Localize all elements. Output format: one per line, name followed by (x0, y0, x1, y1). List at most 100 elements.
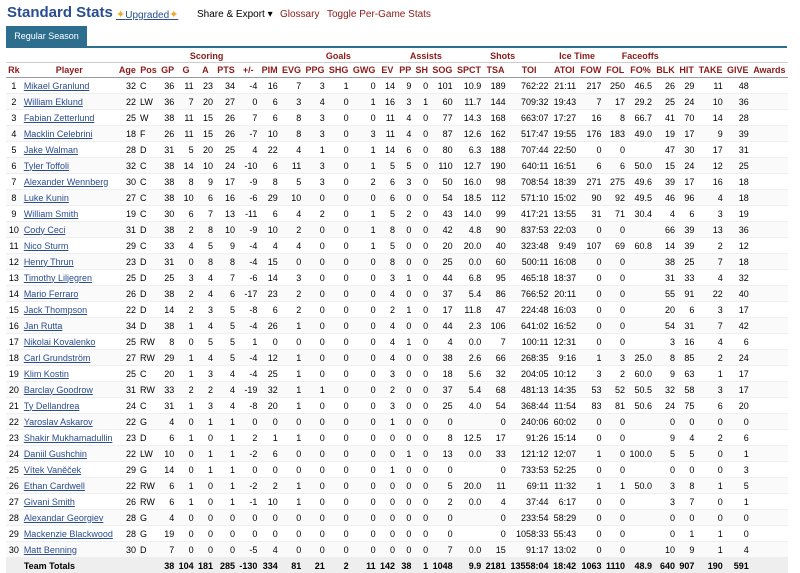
table-cell: 0 (327, 126, 351, 142)
table-cell: 733:53 (508, 462, 551, 478)
player-link[interactable]: Ethan Cardwell (22, 478, 117, 494)
player-link[interactable]: Klim Kostin (22, 366, 117, 382)
player-link[interactable]: Daniil Gushchin (22, 446, 117, 462)
table-cell: 0 (604, 142, 627, 158)
column-header-sh[interactable]: SH (413, 63, 430, 78)
table-cell: 17 (215, 174, 237, 190)
table-cell: 1 (176, 366, 195, 382)
column-header-evg[interactable]: EVG (280, 63, 303, 78)
column-header-sog[interactable]: SOG (430, 63, 454, 78)
table-cell: 31 (654, 270, 677, 286)
column-header-fol[interactable]: FOL (604, 63, 627, 78)
player-link[interactable]: Nikolai Kovalenko (22, 334, 117, 350)
column-header-gp[interactable]: GP (159, 63, 176, 78)
column-header-pim[interactable]: PIM (259, 63, 279, 78)
player-link[interactable]: Carl Grundström (22, 350, 117, 366)
player-link[interactable]: Barclay Goodrow (22, 382, 117, 398)
column-header-give[interactable]: GIVE (725, 63, 751, 78)
table-row: 6Tyler Toffoli32C38141024-10611301550110… (6, 158, 788, 174)
player-link[interactable]: Mikael Granlund (22, 78, 117, 94)
table-cell: 0.0 (455, 542, 484, 558)
table-cell: 20.0 (455, 238, 484, 254)
totals-cell: 38 (159, 558, 176, 573)
column-header-ev[interactable]: EV (378, 63, 397, 78)
table-cell: C (138, 398, 159, 414)
table-cell: 0 (215, 526, 237, 542)
player-link[interactable]: Alexander Wennberg (22, 174, 117, 190)
upgraded-link[interactable]: ✦Upgraded✦ (116, 8, 178, 21)
player-link[interactable]: Matt Benning (22, 542, 117, 558)
column-header-atoi[interactable]: ATOI (551, 63, 579, 78)
column-header-take[interactable]: TAKE (696, 63, 724, 78)
column-header-a[interactable]: A (196, 63, 215, 78)
player-link[interactable]: Nico Sturm (22, 238, 117, 254)
player-link[interactable]: Fabian Zetterlund (22, 110, 117, 126)
player-link[interactable]: Jack Thompson (22, 302, 117, 318)
player-link[interactable]: Mario Ferraro (22, 286, 117, 302)
column-header-rk[interactable]: Rk (6, 63, 22, 78)
table-cell: 0 (327, 190, 351, 206)
player-link[interactable]: Givani Smith (22, 494, 117, 510)
player-link[interactable]: Alexandar Georgiev (22, 510, 117, 526)
table-cell: 5 (677, 446, 696, 462)
column-header-player[interactable]: Player (22, 63, 117, 78)
table-cell: 20 (259, 398, 279, 414)
column-header-pp[interactable]: PP (397, 63, 413, 78)
column-header-blk[interactable]: BLK (654, 63, 677, 78)
player-link[interactable]: William Smith (22, 206, 117, 222)
totals-cell: 640 (654, 558, 677, 573)
share-export-menu[interactable]: Share & Export ▾ (197, 9, 273, 20)
column-header-shg[interactable]: SHG (327, 63, 351, 78)
player-link[interactable]: Jan Rutta (22, 318, 117, 334)
table-cell: 16 (378, 94, 397, 110)
player-link[interactable]: Mackenzie Blackwood (22, 526, 117, 542)
column-header-g[interactable]: G (176, 63, 195, 78)
player-link[interactable]: Yaroslav Askarov (22, 414, 117, 430)
table-cell: 15:02 (551, 190, 579, 206)
column-header-gwg[interactable]: GWG (351, 63, 378, 78)
table-cell: 66 (483, 350, 507, 366)
player-link[interactable]: Vítek Vaněček (22, 462, 117, 478)
column-header-age[interactable]: Age (117, 63, 138, 78)
player-link[interactable]: Macklin Celebrini (22, 126, 117, 142)
player-link[interactable]: Shakir Mukhamadullin (22, 430, 117, 446)
tab-regular-season[interactable]: Regular Season (6, 26, 87, 46)
table-cell: 0 (397, 190, 413, 206)
table-cell: 0 (378, 510, 397, 526)
player-link[interactable]: Cody Ceci (22, 222, 117, 238)
player-link[interactable]: Henry Thrun (22, 254, 117, 270)
player-link[interactable]: William Eklund (22, 94, 117, 110)
player-link[interactable]: Tyler Toffoli (22, 158, 117, 174)
column-header-ppg[interactable]: PPG (303, 63, 326, 78)
column-header-toi[interactable]: TOI (508, 63, 551, 78)
column-header-hit[interactable]: HIT (677, 63, 696, 78)
totals-cell: 181 (196, 558, 215, 573)
table-cell: 83 (578, 398, 603, 414)
column-header-tsa[interactable]: TSA (483, 63, 507, 78)
player-link[interactable]: Timothy Liljegren (22, 270, 117, 286)
column-header-pts[interactable]: PTS (215, 63, 237, 78)
table-cell: 0 (413, 142, 430, 158)
glossary-link[interactable]: Glossary (280, 9, 319, 20)
column-header-awards[interactable]: Awards (751, 63, 788, 78)
table-cell: 0 (303, 238, 326, 254)
column-header--[interactable]: +/- (237, 63, 259, 78)
player-link[interactable]: Luke Kunin (22, 190, 117, 206)
table-cell: D (138, 254, 159, 270)
table-cell: 8 (280, 126, 303, 142)
table-cell (627, 142, 654, 158)
table-cell: 25 (677, 254, 696, 270)
column-header-pos[interactable]: Pos (138, 63, 159, 78)
table-cell: 10 (280, 190, 303, 206)
column-header-fow[interactable]: FOW (578, 63, 603, 78)
toggle-per-game-link[interactable]: Toggle Per-Game Stats (327, 9, 431, 20)
column-header-fo-[interactable]: FO% (627, 63, 654, 78)
table-cell: 6 (259, 206, 279, 222)
player-link[interactable]: Jake Walman (22, 142, 117, 158)
table-cell: 3 (397, 94, 413, 110)
player-link[interactable]: Ty Dellandrea (22, 398, 117, 414)
table-cell: 4 (303, 94, 326, 110)
column-header-spct[interactable]: SPCT (455, 63, 484, 78)
table-cell: 162 (483, 126, 507, 142)
table-cell: 38 (159, 318, 176, 334)
